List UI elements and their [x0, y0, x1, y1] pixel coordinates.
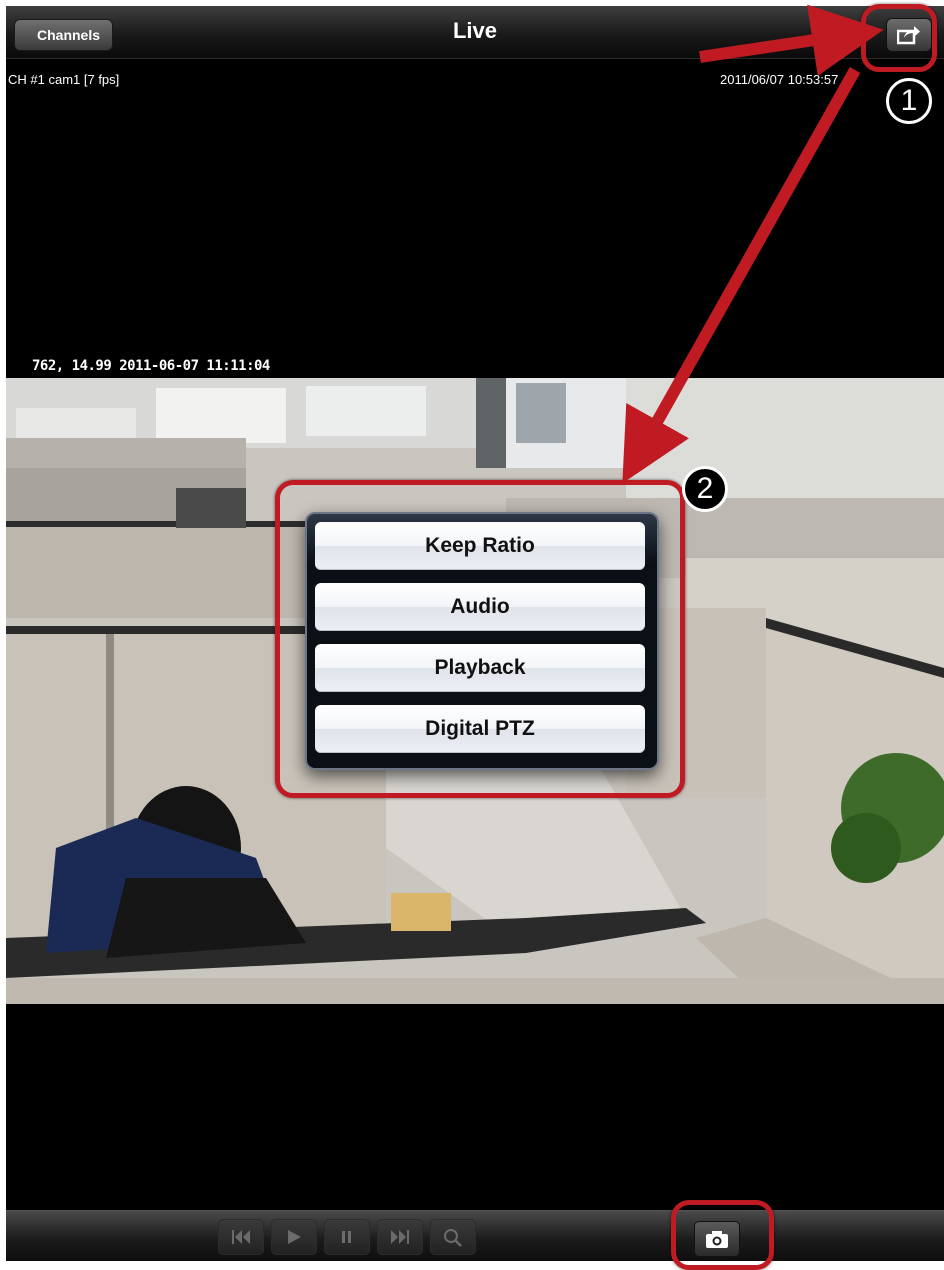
- annotation-arrows: [622, 4, 884, 484]
- annotation-arrow-to-share: [699, 4, 884, 76]
- back-button-label: Channels: [37, 27, 101, 43]
- annotation-arrow-to-popover: [622, 67, 861, 484]
